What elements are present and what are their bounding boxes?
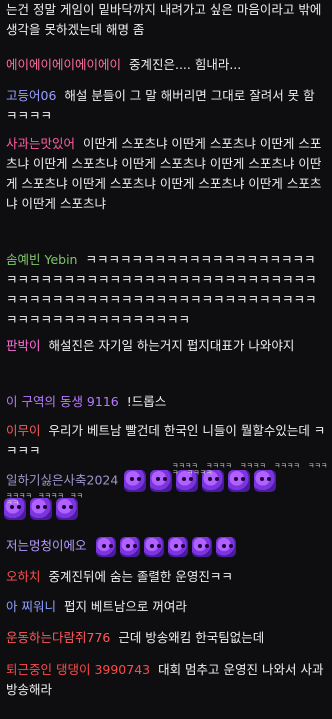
message-text: !드롭스	[126, 394, 167, 409]
chat-message: 아 찌워니 펍지 베트남으로 꺼여라	[6, 597, 326, 617]
message-text: 해설진은 자기일 하는거지 펍지대표가 나와야지	[48, 338, 295, 353]
message-text: 중계진은.... 힘내라...	[128, 57, 242, 72]
chat-list: 는건 정말 게임이 밑바닥까지 내려가고 싶은 마음이라고 밖에 생각을 못하겠…	[0, 0, 332, 719]
chat-message: 에이에이에이에이에이 중계진은.... 힘내라...	[6, 55, 326, 75]
emote-label: ㅋㅋㅋㅋ	[274, 462, 300, 470]
emote-icon	[150, 470, 173, 492]
emote-icon	[120, 536, 141, 557]
emote-group	[94, 536, 238, 557]
emote-label: ㅋㅋㅋㅋ	[186, 469, 213, 477]
chat-message: 고등어06 해설 분들이 그 말 해버리면 그대로 잘려서 못 함 ㅋㅋㅋㅋ	[6, 86, 326, 126]
chat-message: 이 구역의 동생 9116 !드롭스	[6, 392, 326, 412]
message-text: 우리가 베트남 빨건데 한국인 니들이 뭘할수있는데 ㅋㅋㅋㅋ	[6, 423, 326, 458]
chat-message: 사과는맛있어 이딴게 스포츠냐 이딴게 스포츠냐 이딴게 스포츠냐 이딴게 스포…	[6, 134, 326, 214]
message-text: 는건 정말 게임이 밑바닥까지 내려가고 싶은 마음이라고 밖에 생각을 못하겠…	[6, 2, 322, 37]
emote-icon	[96, 536, 117, 557]
username[interactable]: 솜예빈 Yebin	[6, 252, 77, 267]
emote-icon	[216, 536, 237, 557]
chat-message: 판박이 해설진은 자기일 하는거지 펍지대표가 나와야지	[6, 336, 326, 356]
message-text: 펍지 베트남으로 꺼여라	[63, 599, 187, 614]
chat-message: 솜예빈 Yebin ㅋㅋㅋㅋㅋㅋㅋㅋㅋㅋㅋㅋㅋㅋㅋㅋㅋㅋㅋㅋㅋㅋㅋㅋㅋㅋㅋㅋㅋㅋ…	[6, 250, 326, 330]
chat-message: 운동하는다람쥐776 근데 방송왜킴 한국팀없는데	[6, 628, 326, 648]
username[interactable]: 사과는맛있어	[6, 136, 75, 151]
username[interactable]: 퇴근중인 댕댕이 3990743	[6, 662, 150, 677]
username[interactable]: 판박이	[6, 338, 41, 353]
chat-message: 이무이 우리가 베트남 빨건데 한국인 니들이 뭘할수있는데 ㅋㅋㅋㅋ	[6, 421, 326, 461]
username[interactable]: 아 찌워니	[6, 599, 56, 614]
username[interactable]: 오하치	[6, 569, 41, 584]
emote-icon	[192, 536, 213, 557]
emote-icon	[144, 536, 165, 557]
chat-message: 저는멍청이에오	[6, 536, 326, 557]
emote-icon	[168, 536, 189, 557]
username[interactable]: 고등어06	[6, 88, 56, 103]
emote-label: ㅋㅋㅋㅋ	[38, 492, 64, 500]
emote-icon	[124, 470, 147, 492]
chat-message: 오하치 중계진뒤에 숨는 졸렬한 운영진ㅋㅋ	[6, 567, 326, 587]
message-text: 중계진뒤에 숨는 졸렬한 운영진ㅋㅋ	[48, 569, 233, 584]
message-text: 근데 방송왜킴 한국팀없는데	[118, 630, 265, 645]
chat-message: 는건 정말 게임이 밑바닥까지 내려가고 싶은 마음이라고 밖에 생각을 못하겠…	[6, 0, 326, 40]
emote-labels: ㅋㅋㅋㅋ ㅋㅋㅋㅋ ㅋㅋㅋㅋ	[6, 493, 86, 507]
chat-message: 퇴근중인 댕댕이 3990743 대회 멈추고 운영진 나와서 사과 방송해라	[6, 660, 326, 700]
username[interactable]: 이무이	[6, 423, 41, 438]
username[interactable]: 운동하는다람쥐776	[6, 630, 110, 645]
username[interactable]: 에이에이에이에이에이	[6, 57, 121, 72]
emote-labels: ㅋㅋㅋㅋ ㅋㅋㅋㅋ ㅋㅋㅋㅋ ㅋㅋㅋㅋ ㅋㅋㅋㅋ ㅋㅋㅋㅋ	[172, 463, 332, 477]
username[interactable]: 저는멍청이에오	[6, 538, 87, 553]
username[interactable]: 일하기싫은사축2024	[6, 473, 118, 488]
username[interactable]: 이 구역의 동생 9116	[6, 394, 119, 409]
emote-label: ㅋㅋㅋㅋ	[240, 462, 266, 470]
